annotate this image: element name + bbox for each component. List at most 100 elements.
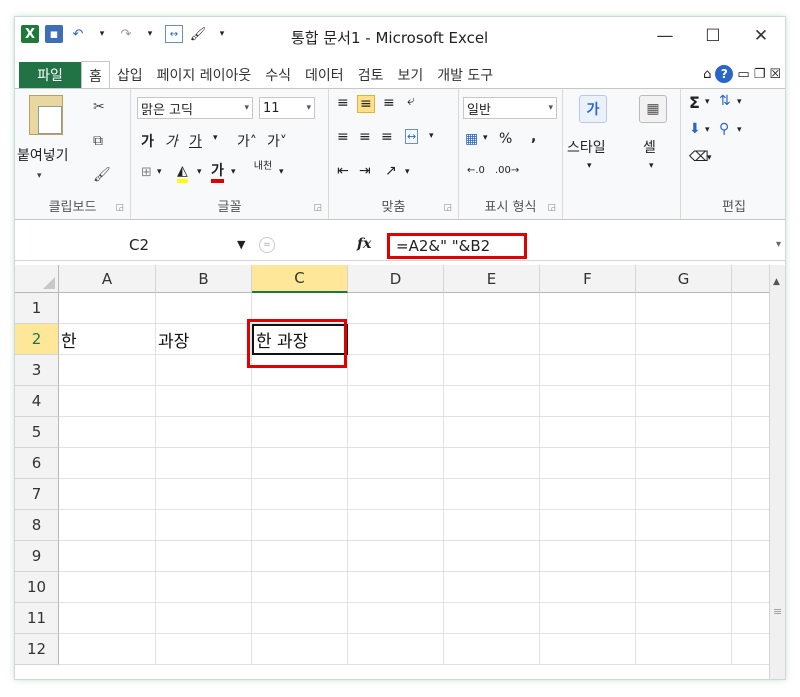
tab-insert[interactable]: 삽입 <box>110 62 150 88</box>
cell-b7[interactable] <box>156 479 252 510</box>
column-header-g[interactable]: G <box>636 265 732 293</box>
cell-g3[interactable] <box>636 355 732 386</box>
insert-function-button[interactable]: fx <box>357 236 371 252</box>
tab-review[interactable]: 검토 <box>351 62 391 88</box>
cell-a4[interactable] <box>59 386 156 417</box>
cell-e6[interactable] <box>444 448 540 479</box>
formula-input[interactable]: =A2&" "&B2 <box>387 233 527 259</box>
font-launcher-icon[interactable]: ◲ <box>313 203 322 213</box>
column-header-b[interactable]: B <box>156 265 252 293</box>
column-header-e[interactable]: E <box>444 265 540 293</box>
row-header-12[interactable]: 12 <box>15 634 59 665</box>
merge-and-center-icon[interactable]: ↔ <box>405 129 419 144</box>
borders-icon[interactable]: ⊞ <box>141 165 152 180</box>
cell-d7[interactable] <box>348 479 444 510</box>
minimize-button[interactable]: — <box>641 23 689 49</box>
cell-d8[interactable] <box>348 510 444 541</box>
cell-g11[interactable] <box>636 603 732 634</box>
cell-g1[interactable] <box>636 293 732 324</box>
cell-f7[interactable] <box>540 479 636 510</box>
styles-icon[interactable]: 가 <box>579 95 607 123</box>
autosum-button[interactable]: Σ <box>689 93 700 112</box>
align-right-icon[interactable]: ≡ <box>381 129 393 145</box>
workbook-restore-icon[interactable]: ❐ <box>754 67 766 82</box>
row-header-5[interactable]: 5 <box>15 417 59 448</box>
cell-d11[interactable] <box>348 603 444 634</box>
workbook-minimize-icon[interactable]: ▭ <box>737 67 749 82</box>
cell-d12[interactable] <box>348 634 444 665</box>
cell-b4[interactable] <box>156 386 252 417</box>
find-select-icon[interactable]: ⚲ <box>719 121 729 137</box>
align-left-icon[interactable]: ≡ <box>337 129 349 145</box>
align-middle-icon[interactable]: ≡ <box>357 95 375 113</box>
cell-g4[interactable] <box>636 386 732 417</box>
sort-filter-dropdown-icon[interactable]: ▾ <box>737 97 742 107</box>
select-all-button[interactable] <box>15 265 59 293</box>
grow-font-button[interactable]: 가˄ <box>237 131 257 151</box>
cell-f5[interactable] <box>540 417 636 448</box>
cell-b10[interactable] <box>156 572 252 603</box>
workbook-close-icon[interactable]: ☒ <box>769 67 781 82</box>
clipboard-launcher-icon[interactable]: ◲ <box>115 203 124 213</box>
cell-b6[interactable] <box>156 448 252 479</box>
phonetic-guide-button[interactable]: 내천 <box>251 161 275 172</box>
cell-c4[interactable] <box>252 386 348 417</box>
cell-e7[interactable] <box>444 479 540 510</box>
scroll-up-icon[interactable]: ▲ <box>773 277 780 287</box>
cell-g12[interactable] <box>636 634 732 665</box>
underline-dropdown-icon[interactable]: ▾ <box>213 133 218 143</box>
bold-button[interactable]: 가 <box>141 131 154 151</box>
tab-developer[interactable]: 개발 도구 <box>430 62 500 88</box>
align-bottom-icon[interactable]: ≡ <box>383 95 395 111</box>
decrease-indent-icon[interactable]: ⇤ <box>337 163 349 179</box>
number-format-dropdown-icon[interactable]: ▾ <box>548 103 553 113</box>
cell-d5[interactable] <box>348 417 444 448</box>
tab-data[interactable]: 데이터 <box>298 62 351 88</box>
tab-home[interactable]: 홈 <box>81 61 110 89</box>
cell-f6[interactable] <box>540 448 636 479</box>
cell-e10[interactable] <box>444 572 540 603</box>
excel-logo-icon[interactable]: X <box>21 25 39 43</box>
fill-icon[interactable]: ⬇ <box>689 121 701 137</box>
cell-d9[interactable] <box>348 541 444 572</box>
underline-button[interactable]: 가 <box>189 131 202 151</box>
undo-icon[interactable]: ↶ <box>69 25 87 43</box>
merge-dropdown-icon[interactable]: ▾ <box>429 131 434 141</box>
column-header-a[interactable]: A <box>59 265 156 293</box>
cell-g8[interactable] <box>636 510 732 541</box>
font-size-dropdown-icon[interactable]: ▾ <box>306 103 311 113</box>
format-painter-icon[interactable]: 🖌 <box>189 25 207 43</box>
cell-a12[interactable] <box>59 634 156 665</box>
ribbon-collapse-icon[interactable]: ⌂ <box>703 67 711 82</box>
borders-dropdown-icon[interactable]: ▾ <box>157 167 162 177</box>
cell-a7[interactable] <box>59 479 156 510</box>
number-launcher-icon[interactable]: ◲ <box>547 203 556 213</box>
orientation-dropdown-icon[interactable]: ▾ <box>405 167 410 177</box>
row-header-6[interactable]: 6 <box>15 448 59 479</box>
column-header-c[interactable]: C <box>252 265 348 293</box>
cell-f12[interactable] <box>540 634 636 665</box>
cell-e4[interactable] <box>444 386 540 417</box>
cell-c5[interactable] <box>252 417 348 448</box>
cell-e1[interactable] <box>444 293 540 324</box>
cell-e8[interactable] <box>444 510 540 541</box>
fill-color-dropdown-icon[interactable]: ▾ <box>197 167 202 177</box>
copy-icon[interactable]: ⧉ <box>93 133 103 149</box>
cell-f4[interactable] <box>540 386 636 417</box>
tab-file[interactable]: 파일 <box>19 62 81 88</box>
merge-center-icon[interactable]: ↔ <box>165 25 183 43</box>
tab-page-layout[interactable]: 페이지 레이아웃 <box>150 62 259 88</box>
cell-c10[interactable] <box>252 572 348 603</box>
save-icon[interactable]: ▪ <box>45 25 63 43</box>
row-header-8[interactable]: 8 <box>15 510 59 541</box>
cell-f10[interactable] <box>540 572 636 603</box>
cell-g10[interactable] <box>636 572 732 603</box>
cell-b8[interactable] <box>156 510 252 541</box>
italic-button[interactable]: 가 <box>165 131 178 151</box>
cell-e9[interactable] <box>444 541 540 572</box>
cut-icon[interactable]: ✂ <box>93 99 105 115</box>
column-header-f[interactable]: F <box>540 265 636 293</box>
customize-qat-icon[interactable]: ▾ <box>213 25 231 43</box>
name-box[interactable]: C2 <box>17 233 261 257</box>
cell-b1[interactable] <box>156 293 252 324</box>
